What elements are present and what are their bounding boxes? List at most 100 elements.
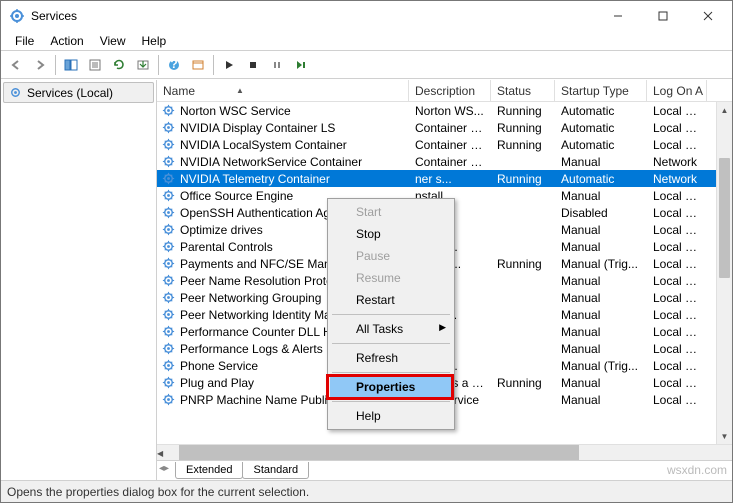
service-logon: Local Ser <box>647 257 707 271</box>
scroll-up-button[interactable]: ▲ <box>717 102 732 118</box>
col-name[interactable]: Name▲ <box>157 80 409 101</box>
scroll-left-button[interactable]: ◀ <box>157 445 163 461</box>
forward-button[interactable] <box>29 54 51 76</box>
cm-start[interactable]: Start <box>330 201 452 223</box>
service-gear-icon <box>161 222 176 237</box>
show-hide-tree-button[interactable] <box>60 54 82 76</box>
menu-action[interactable]: Action <box>42 32 91 50</box>
col-status[interactable]: Status <box>491 80 555 101</box>
service-startup: Manual <box>555 240 647 254</box>
sort-asc-icon: ▲ <box>236 86 244 95</box>
service-name: Peer Name Resolution Protoco <box>180 274 345 288</box>
tab-standard[interactable]: Standard <box>242 462 309 479</box>
service-name: Performance Logs & Alerts <box>180 342 323 356</box>
menu-view[interactable]: View <box>92 32 134 50</box>
cm-all-tasks[interactable]: All Tasks▶ <box>330 318 452 340</box>
service-logon: Local Ser <box>647 359 707 373</box>
cm-properties[interactable]: Properties <box>330 376 452 398</box>
tree-root-services-local[interactable]: Services (Local) <box>3 82 154 103</box>
service-startup: Manual (Trig... <box>555 359 647 373</box>
scroll-hthumb[interactable] <box>179 445 579 460</box>
menu-help[interactable]: Help <box>134 32 175 50</box>
tree-root-label: Services (Local) <box>27 86 113 100</box>
service-row[interactable]: NVIDIA Display Container LS Container s..… <box>157 119 732 136</box>
service-row[interactable]: NVIDIA Telemetry Containerner s...Runnin… <box>157 170 732 187</box>
service-gear-icon <box>161 239 176 254</box>
menu-file[interactable]: File <box>7 32 42 50</box>
cm-separator <box>332 314 450 315</box>
service-gear-icon <box>161 307 176 322</box>
back-button[interactable] <box>5 54 27 76</box>
service-name: NVIDIA NetworkService Container <box>180 155 362 169</box>
service-gear-icon <box>161 154 176 169</box>
service-gear-icon <box>161 137 176 152</box>
cm-help[interactable]: Help <box>330 405 452 427</box>
service-gear-icon <box>161 290 176 305</box>
service-logon: Local Sys <box>647 206 707 220</box>
service-gear-icon <box>161 273 176 288</box>
scroll-down-button[interactable]: ▼ <box>717 428 732 444</box>
service-status: Running <box>491 376 555 390</box>
service-gear-icon <box>161 205 176 220</box>
cm-pause[interactable]: Pause <box>330 245 452 267</box>
service-row[interactable]: NVIDIA LocalSystem ContainerContainer s.… <box>157 136 732 153</box>
service-name: NVIDIA LocalSystem Container <box>180 138 347 152</box>
service-name: NVIDIA Telemetry Container <box>180 172 330 186</box>
service-name: Office Source Engine <box>180 189 293 203</box>
service-logon: Local Ser <box>647 342 707 356</box>
col-startup[interactable]: Startup Type <box>555 80 647 101</box>
service-logon: Local Sys <box>647 189 707 203</box>
restart-service-button[interactable] <box>290 54 312 76</box>
service-logon: Local Sys <box>647 121 707 135</box>
service-gear-icon <box>161 358 176 373</box>
minimize-button[interactable] <box>595 2 640 30</box>
service-logon: Network <box>647 172 707 186</box>
service-gear-icon <box>161 188 176 203</box>
scroll-track[interactable] <box>717 118 732 428</box>
vertical-scrollbar[interactable]: ▲ ▼ <box>716 102 732 444</box>
tab-extended[interactable]: Extended <box>175 462 243 479</box>
service-name: Peer Networking Identity Man <box>180 308 337 322</box>
service-startup: Manual (Trig... <box>555 257 647 271</box>
service-row[interactable]: NVIDIA NetworkService ContainerContainer… <box>157 153 732 170</box>
service-name: Performance Counter DLL Hos <box>180 325 344 339</box>
col-description[interactable]: Description <box>409 80 491 101</box>
services-icon <box>9 8 25 24</box>
cm-separator <box>332 372 450 373</box>
maximize-button[interactable] <box>640 2 685 30</box>
refresh-button[interactable] <box>108 54 130 76</box>
service-startup: Manual <box>555 189 647 203</box>
show-hide-action-button[interactable] <box>187 54 209 76</box>
stop-service-button[interactable] <box>242 54 264 76</box>
horizontal-scrollbar[interactable]: ◀ <box>157 444 732 460</box>
help-button[interactable]: ? <box>163 54 185 76</box>
service-description: Container s... <box>409 121 491 135</box>
service-name: NVIDIA Display Container LS <box>180 121 335 135</box>
title-bar: Services <box>1 1 732 31</box>
properties-button[interactable] <box>84 54 106 76</box>
service-gear-icon <box>161 392 176 407</box>
service-startup: Manual <box>555 155 647 169</box>
service-startup: Manual <box>555 376 647 390</box>
status-bar: Opens the properties dialog box for the … <box>1 480 732 502</box>
status-text: Opens the properties dialog box for the … <box>7 485 309 499</box>
close-button[interactable] <box>685 2 730 30</box>
service-row[interactable]: Norton WSC ServiceNorton WS...RunningAut… <box>157 102 732 119</box>
export-button[interactable] <box>132 54 154 76</box>
cm-resume[interactable]: Resume <box>330 267 452 289</box>
submenu-arrow-icon: ▶ <box>439 322 446 333</box>
menu-bar: File Action View Help <box>1 31 732 51</box>
scroll-thumb[interactable] <box>719 158 730 278</box>
start-service-button[interactable] <box>218 54 240 76</box>
col-logon[interactable]: Log On A <box>647 80 707 101</box>
cm-refresh[interactable]: Refresh <box>330 347 452 369</box>
service-logon: Network <box>647 155 707 169</box>
cm-separator <box>332 401 450 402</box>
cm-restart[interactable]: Restart <box>330 289 452 311</box>
service-startup: Automatic <box>555 138 647 152</box>
pause-service-button[interactable] <box>266 54 288 76</box>
cm-stop[interactable]: Stop <box>330 223 452 245</box>
service-logon: Local Sys <box>647 240 707 254</box>
service-logon: Local Ser <box>647 291 707 305</box>
service-gear-icon <box>161 171 176 186</box>
